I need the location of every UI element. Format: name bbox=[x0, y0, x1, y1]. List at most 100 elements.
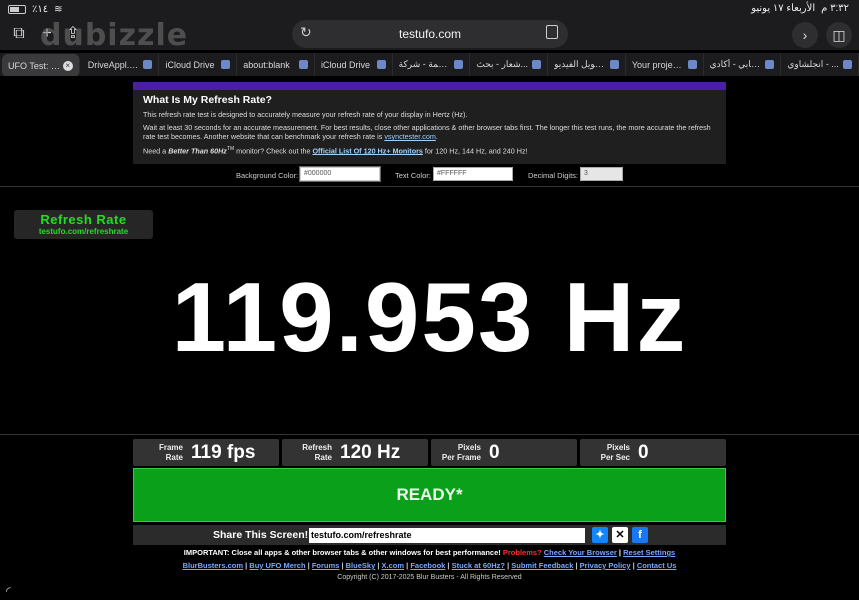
page-content: What Is My Refresh Rate? This refresh ra… bbox=[0, 76, 859, 600]
tab-label: iCloud Drive bbox=[165, 59, 215, 70]
divider bbox=[0, 186, 859, 187]
decimal-digits-input[interactable]: 3 bbox=[580, 167, 623, 181]
tab-8[interactable]: Your projec... bbox=[626, 53, 704, 76]
pixels-per-frame-stat: Pixels Per Frame 0 bbox=[431, 439, 577, 466]
tab-favicon-icon bbox=[221, 60, 231, 69]
tab-3[interactable]: about:blank bbox=[237, 53, 315, 76]
battery-percent: ٪١٤ bbox=[32, 4, 49, 15]
tab-favicon-icon bbox=[843, 60, 853, 69]
tab-favicon-icon bbox=[143, 60, 153, 69]
frame-rate-label: Frame Rate bbox=[158, 443, 183, 462]
bg-color-label: Background Color: bbox=[236, 171, 299, 180]
check-browser-link[interactable]: Check Your Browser bbox=[544, 548, 617, 557]
tab-1[interactable]: DriveAppl... - bbox=[82, 53, 160, 76]
pixels-per-sec-value: 0 bbox=[638, 442, 649, 463]
info-p3-text: Need a bbox=[143, 146, 169, 156]
tab-favicon-icon bbox=[609, 60, 619, 69]
important-text: IMPORTANT: Close all apps & other browse… bbox=[183, 548, 501, 557]
settings-row: Background Color: #000000 Text Color: #F… bbox=[0, 165, 859, 185]
tab-5[interactable]: بصمة - شركة... bbox=[393, 53, 471, 76]
tab-7[interactable]: تحويل الفيديو... bbox=[548, 53, 626, 76]
info-p3-bold: Better Than 60Hz bbox=[168, 146, 227, 156]
footer-link[interactable]: X.com bbox=[382, 561, 405, 570]
bluesky-icon[interactable]: ✦ bbox=[592, 527, 608, 543]
badge-url: testufo.com/refreshrate bbox=[38, 227, 129, 236]
footer-link[interactable]: Buy UFO Merch bbox=[249, 561, 305, 570]
address-bar[interactable]: ↻ testufo.com bbox=[292, 20, 568, 48]
share-bar: Share This Screen! testufo.com/refreshra… bbox=[133, 525, 726, 545]
status-time: ٣:٣٢ م bbox=[821, 3, 849, 14]
info-paragraph-2: Wait at least 30 seconds for an accurate… bbox=[143, 123, 716, 141]
monitor-list-link[interactable]: Official List Of 120 Hz+ Monitors bbox=[312, 146, 422, 155]
info-p3-end: for 120 Hz, 144 Hz, and 240 Hz! bbox=[422, 146, 528, 156]
footer-link[interactable]: Contact Us bbox=[637, 561, 677, 570]
vsynctester-link[interactable]: vsynctester.com bbox=[384, 132, 436, 141]
info-paragraph-1: This refresh rate test is designed to ac… bbox=[143, 110, 468, 119]
info-title: What Is My Refresh Rate? bbox=[143, 94, 272, 106]
address-url: testufo.com bbox=[398, 27, 462, 41]
pixels-per-frame-value: 0 bbox=[489, 442, 500, 463]
tab-0[interactable]: UFO Test: R... × bbox=[2, 54, 80, 77]
tab-close-icon[interactable]: × bbox=[62, 60, 73, 71]
refresh-rate-stat: Refresh Rate 120 Hz bbox=[282, 439, 428, 466]
footer-link[interactable]: Facebook bbox=[410, 561, 445, 570]
tab-label: about:blank bbox=[243, 59, 290, 70]
tab-label: تحويل الفيديو... bbox=[554, 59, 606, 69]
tabs-overview-icon[interactable]: ⧉ bbox=[8, 23, 30, 45]
tab-6[interactable]: شعار - بحث... bbox=[470, 53, 549, 76]
forward-button[interactable]: › bbox=[792, 22, 818, 48]
x-icon[interactable]: ✕ bbox=[612, 527, 628, 543]
frame-rate-value: 119 fps bbox=[191, 442, 256, 463]
footer-link[interactable]: BlueSky bbox=[346, 561, 376, 570]
tab-favicon-icon bbox=[298, 60, 308, 69]
tab-label: بصمة - شركة... bbox=[398, 59, 451, 69]
important-notice: IMPORTANT: Close all apps & other browse… bbox=[183, 548, 676, 557]
footer-link[interactable]: Submit Feedback bbox=[511, 561, 573, 570]
header-strip bbox=[133, 82, 726, 90]
ready-indicator[interactable]: READY* bbox=[133, 468, 726, 522]
tab-favicon-icon bbox=[454, 60, 464, 69]
text-color-input[interactable]: #FFFFFF bbox=[433, 167, 513, 181]
tab-bar: UFO Test: R... × DriveAppl... - iCloud Driv… bbox=[0, 53, 859, 77]
tab-label: DriveAppl... - bbox=[87, 59, 140, 70]
tab-label: حسابي - أكادي... bbox=[709, 59, 762, 69]
facebook-icon[interactable]: f bbox=[632, 527, 648, 543]
browser-toolbar: ⧉ + ⇪ dubizzle ↻ testufo.com › ◫ bbox=[0, 18, 859, 53]
refresh-rate-stat-value: 120 Hz bbox=[340, 442, 401, 463]
battery-icon bbox=[8, 5, 26, 14]
ready-label: READY* bbox=[396, 485, 463, 504]
share-label: Share This Screen! bbox=[213, 529, 309, 541]
wifi-icon: ≋ bbox=[54, 4, 63, 15]
tab-favicon-icon bbox=[532, 60, 542, 69]
status-bar: ٪١٤ ≋ الأربعاء ١٧ يونيو ٣:٣٢ م bbox=[0, 0, 859, 18]
footer-link[interactable]: Forums bbox=[312, 561, 340, 570]
tab-label: انجلشاوي - ... bbox=[787, 59, 839, 69]
tab-label: شعار - بحث... bbox=[476, 59, 529, 69]
footer-link[interactable]: Stuck at 60Hz? bbox=[452, 561, 505, 570]
refresh-rate-badge: Refresh Rate testufo.com/refreshrate bbox=[14, 210, 153, 239]
decimal-digits-label: Decimal Digits: bbox=[528, 171, 579, 180]
frame-rate-stat: Frame Rate 119 fps bbox=[133, 439, 279, 466]
pixels-per-sec-label: Pixels Per Sec bbox=[600, 443, 630, 462]
reset-settings-link[interactable]: Reset Settings bbox=[623, 548, 675, 557]
badge-title: Refresh Rate bbox=[40, 212, 127, 227]
tab-10[interactable]: انجلشاوي - ... bbox=[781, 53, 859, 76]
info-paragraph-3: Need a Better Than 60HzTM monitor? Check… bbox=[143, 145, 716, 155]
share-url-input[interactable]: testufo.com/refreshrate bbox=[309, 528, 585, 543]
info-p2-end: . bbox=[435, 132, 438, 141]
footer-link[interactable]: Privacy Policy bbox=[580, 561, 631, 570]
footer-link[interactable]: BlurBusters.com bbox=[183, 561, 243, 570]
text-color-label: Text Color: bbox=[395, 171, 431, 180]
watermark-logo: dubizzle bbox=[40, 18, 189, 53]
tab-4[interactable]: iCloud Drive bbox=[315, 53, 393, 76]
tab-2[interactable]: iCloud Drive bbox=[159, 53, 238, 76]
info-box: What Is My Refresh Rate? This refresh ra… bbox=[133, 90, 726, 164]
bg-color-input[interactable]: #000000 bbox=[299, 166, 381, 182]
problems-label: Problems? bbox=[502, 548, 542, 557]
divider bbox=[0, 434, 859, 435]
tab-9[interactable]: حسابي - أكادي... bbox=[704, 53, 782, 76]
pixels-per-frame-label: Pixels Per Frame bbox=[441, 443, 481, 462]
reader-icon[interactable] bbox=[546, 25, 558, 39]
corner-indicator-icon: ◜ bbox=[6, 584, 11, 598]
sidebar-icon[interactable]: ◫ bbox=[826, 22, 852, 48]
